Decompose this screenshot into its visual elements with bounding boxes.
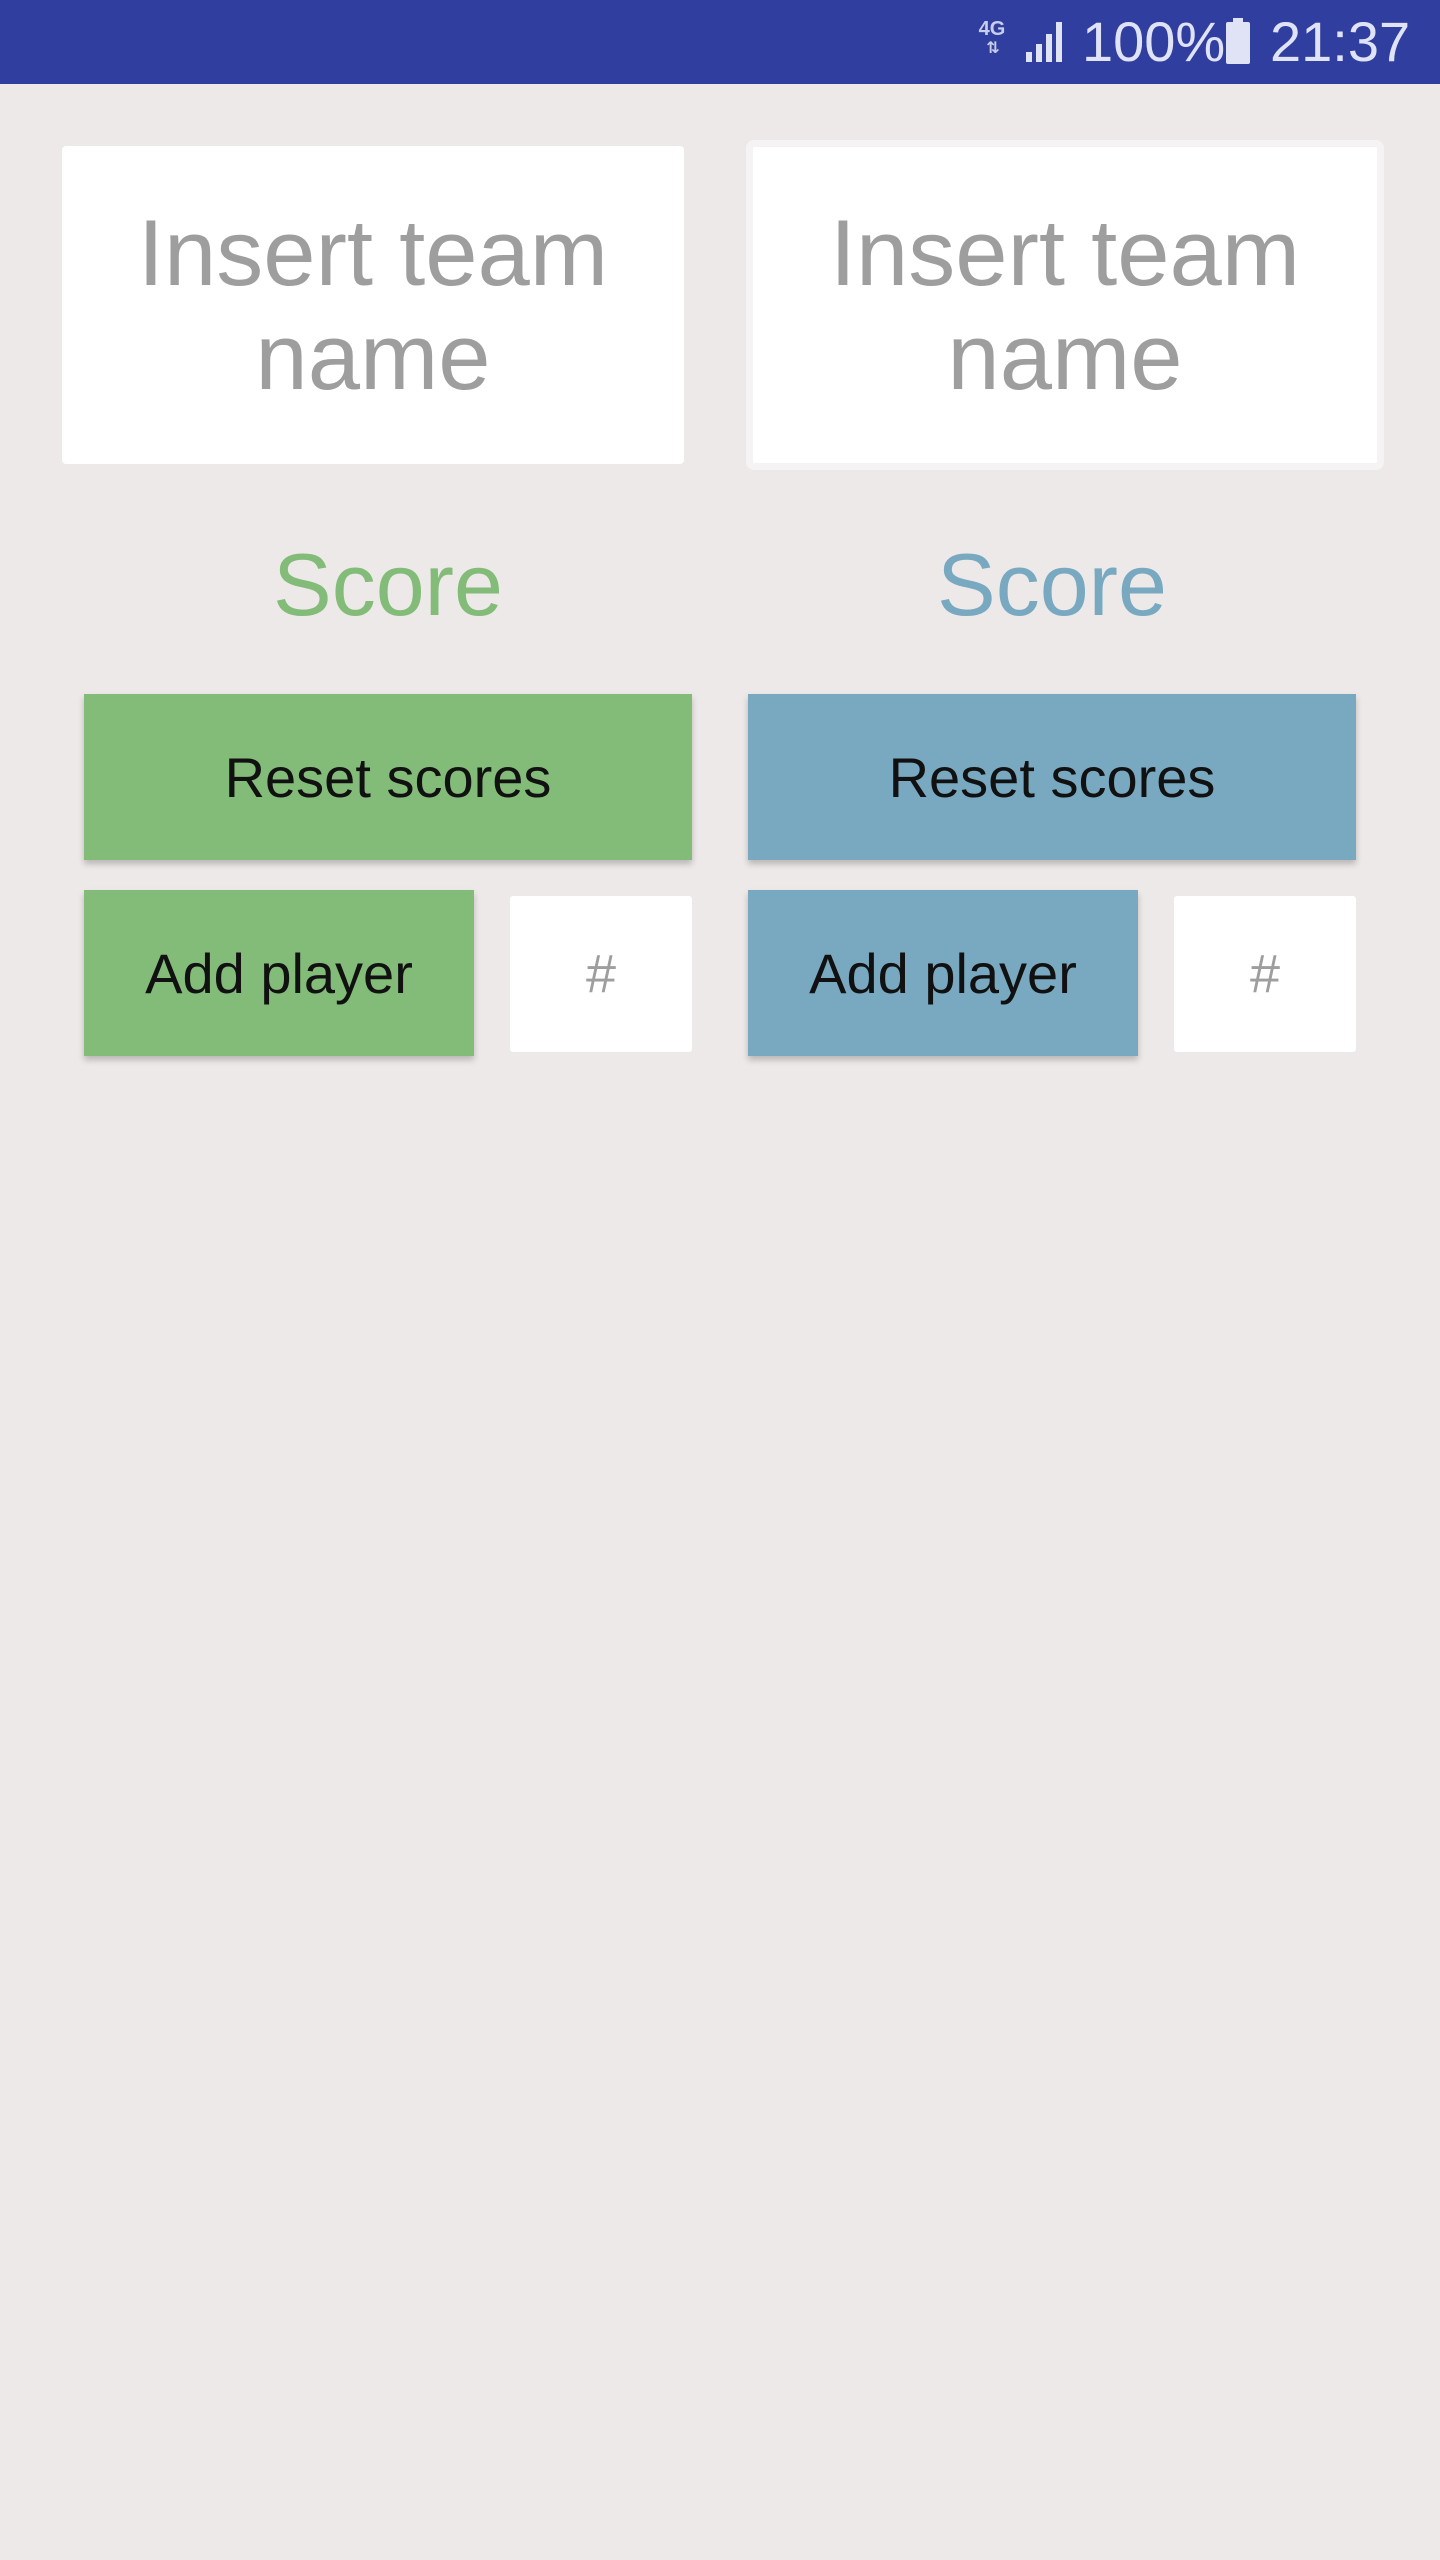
clock: 21:37 <box>1270 10 1411 73</box>
network-4g-icon: 4G ⇅ <box>972 18 1012 62</box>
team-right-name-input[interactable]: Insert team name <box>746 140 1384 470</box>
team-left-name-input[interactable]: Insert team name <box>62 146 684 464</box>
network-activity-icon: ⇅ <box>986 40 999 57</box>
team-left-add-player-button[interactable]: Add player <box>84 890 474 1056</box>
signal-icon <box>1026 22 1062 62</box>
team-right-add-player-button[interactable]: Add player <box>748 890 1138 1056</box>
team-left-number-placeholder: # <box>585 944 617 1004</box>
network-type-label: 4G <box>978 18 1006 40</box>
team-left-add-player-label: Add player <box>145 941 413 1005</box>
team-left-player-number-input[interactable]: # <box>510 896 692 1052</box>
team-left-reset-label: Reset scores <box>224 745 552 809</box>
team-right-score: Score <box>937 535 1167 634</box>
team-right-add-player-label: Add player <box>809 941 1077 1005</box>
team-left-reset-scores-button[interactable]: Reset scores <box>84 694 692 860</box>
battery-percent: 100% <box>1082 10 1226 73</box>
status-bar: 4G ⇅ 100% 21:37 <box>0 0 1440 84</box>
team-right-name-placeholder: Insert team name <box>829 200 1301 409</box>
battery-icon <box>1226 18 1250 64</box>
team-right-number-placeholder: # <box>1249 944 1281 1004</box>
team-left-name-placeholder: Insert team name <box>137 200 609 409</box>
team-left-score: Score <box>273 535 503 634</box>
team-right-reset-scores-button[interactable]: Reset scores <box>748 694 1356 860</box>
team-right-reset-label: Reset scores <box>888 745 1216 809</box>
team-right-player-number-input[interactable]: # <box>1174 896 1356 1052</box>
